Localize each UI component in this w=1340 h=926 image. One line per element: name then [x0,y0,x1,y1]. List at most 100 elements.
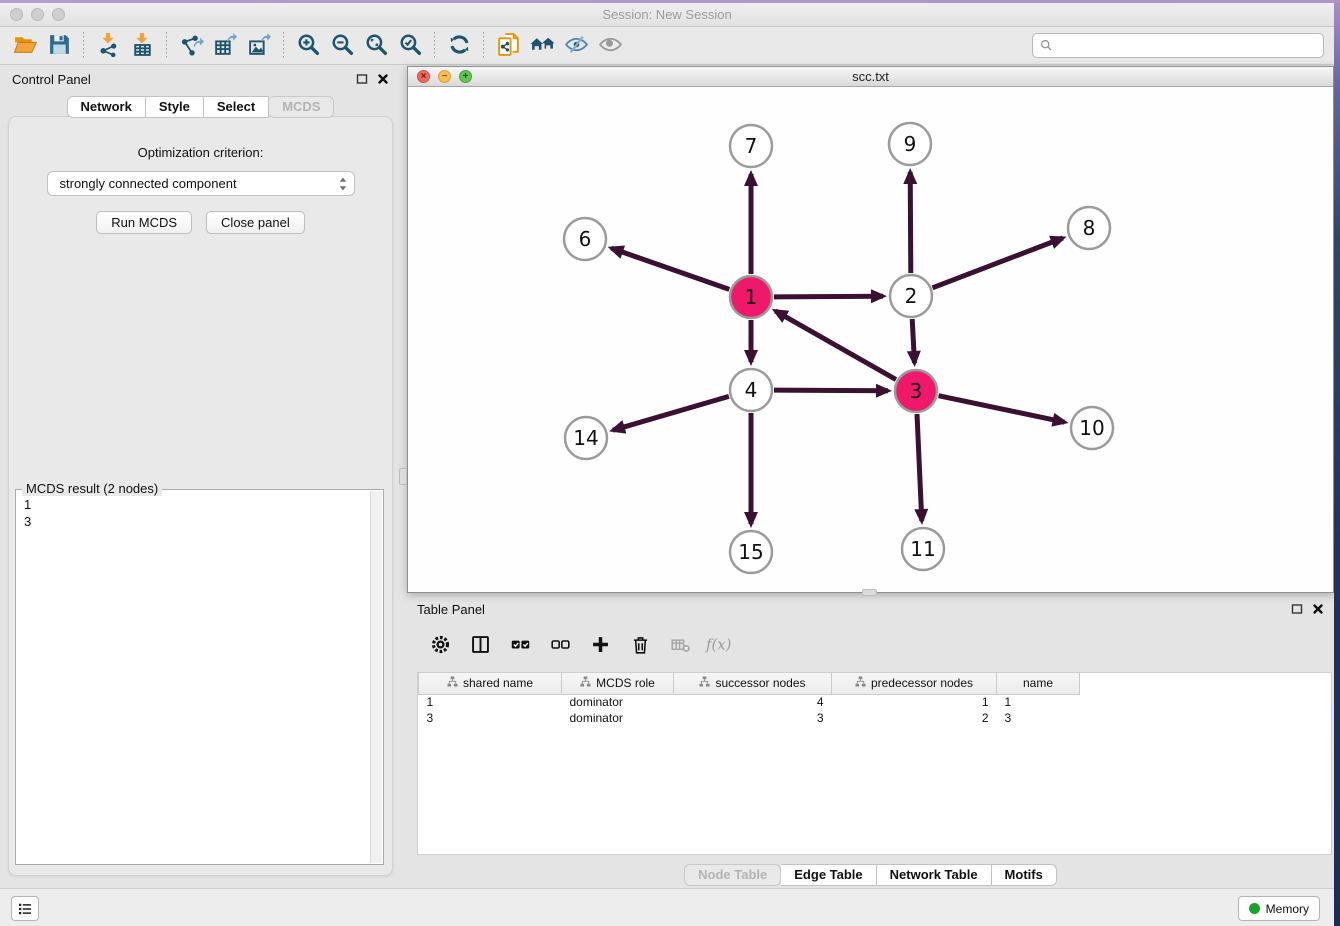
save-session-button[interactable] [42,30,76,62]
edge-3-1[interactable] [775,311,896,380]
node-6[interactable]: 6 [564,218,606,260]
result-scrollbar[interactable] [370,491,382,863]
cell-MCDS-role[interactable]: dominator [562,710,674,726]
tree-icon [699,676,710,690]
node-3[interactable]: 3 [895,370,937,412]
cell-predecessor-nodes[interactable]: 1 [832,694,997,710]
cell-shared-name[interactable]: 3 [419,710,562,726]
network-window-titlebar[interactable]: × − + scc.txt [408,67,1333,87]
column-header-successor-nodes[interactable]: successor nodes [674,673,832,694]
node-11[interactable]: 11 [902,528,944,570]
cell-name[interactable]: 1 [997,694,1080,710]
tab-select[interactable]: Select [204,96,269,118]
home-button[interactable] [525,30,559,62]
table-row[interactable]: 1dominator411 [419,694,1080,710]
trash-button[interactable] [625,631,655,661]
search-box[interactable] [1032,33,1324,58]
float-table-panel-icon[interactable] [1291,603,1303,615]
edge-1-2[interactable] [774,296,883,297]
gear-icon [430,634,451,658]
import-network-button[interactable] [91,30,125,62]
node-15[interactable]: 15 [730,531,772,573]
node-table-head: shared nameMCDS rolesuccessor nodesprede… [419,673,1080,694]
task-history-button[interactable] [11,896,39,921]
node-label: 4 [745,378,758,402]
add-button[interactable] [585,631,615,661]
tab-node-table[interactable]: Node Table [684,864,781,886]
vertical-splitter-handle[interactable] [399,468,407,485]
edge-2-9[interactable] [910,172,911,273]
zoom-selected-button[interactable] [393,30,427,62]
column-header-name[interactable]: name [997,673,1080,694]
node-14[interactable]: 14 [565,417,607,459]
edge-4-3[interactable] [774,390,888,391]
tab-network[interactable]: Network [67,96,146,118]
node-4[interactable]: 4 [730,369,772,411]
cell-successor-nodes[interactable]: 4 [674,694,832,710]
export-network-button[interactable] [174,30,208,62]
memory-status-dot [1249,903,1260,914]
tab-mcds[interactable]: MCDS [269,96,334,118]
optimization-criterion-select[interactable]: strongly connected component [47,171,355,196]
memory-button[interactable]: Memory [1238,896,1320,921]
tab-network-table[interactable]: Network Table [877,864,992,886]
network-canvas[interactable]: 7 9 6 8 1 2 4 3 14 10 15 11 [408,87,1333,592]
run-mcds-button[interactable]: Run MCDS [96,211,192,234]
gear-button[interactable] [425,631,455,661]
control-panel-title: Control Panel [12,72,91,87]
column-panel-button[interactable] [465,631,495,661]
cell-name[interactable]: 3 [997,710,1080,726]
duplicate-network-icon [496,32,521,60]
memory-label: Memory [1266,902,1309,916]
node-9[interactable]: 9 [889,123,931,165]
zoom-out-button[interactable] [325,30,359,62]
cell-predecessor-nodes[interactable]: 2 [832,710,997,726]
deselect-all-button[interactable] [545,631,575,661]
horizontal-splitter-handle[interactable] [862,589,877,596]
node-8[interactable]: 8 [1068,207,1110,249]
import-table-button[interactable] [125,30,159,62]
control-panel-header: Control Panel [0,66,401,92]
zoom-fit-button[interactable] [359,30,393,62]
edge-3-11[interactable] [917,414,922,521]
export-table-button[interactable] [208,30,242,62]
node-10[interactable]: 10 [1071,407,1113,449]
tab-style[interactable]: Style [146,96,204,118]
edge-4-14[interactable] [613,396,729,430]
node-7[interactable]: 7 [730,125,772,167]
duplicate-network-button[interactable] [491,30,525,62]
close-panel-button[interactable]: Close panel [206,211,305,234]
cell-MCDS-role[interactable]: dominator [562,694,674,710]
edge-1-6[interactable] [611,248,729,289]
node-2[interactable]: 2 [890,275,932,317]
tab-motifs[interactable]: Motifs [992,864,1057,886]
open-file-button[interactable] [8,30,42,62]
refresh-button[interactable] [442,30,476,62]
close-table-panel-icon[interactable] [1312,603,1324,615]
import-table-icon [130,32,155,60]
column-header-MCDS-role[interactable]: MCDS role [562,673,674,694]
cell-shared-name[interactable]: 1 [419,694,562,710]
edge-3-10[interactable] [939,396,1065,423]
column-header-predecessor-nodes[interactable]: predecessor nodes [832,673,997,694]
hide-panels-button[interactable] [559,30,593,62]
zoom-in-button[interactable] [291,30,325,62]
select-all-button[interactable] [505,631,535,661]
float-panel-icon[interactable] [356,73,368,85]
cell-successor-nodes[interactable]: 3 [674,710,832,726]
trash-icon [630,634,651,658]
node-label: 1 [745,285,758,309]
table-row[interactable]: 3dominator323 [419,710,1080,726]
node-1[interactable]: 1 [730,276,772,318]
column-header-shared-name[interactable]: shared name [419,673,562,694]
refresh-icon [447,32,472,60]
network-view-window: × − + scc.txt 7 9 6 8 1 2 4 3 14 10 15 11 [407,66,1334,593]
edge-2-3[interactable] [912,319,914,363]
export-image-button[interactable] [242,30,276,62]
edge-2-8[interactable] [933,238,1063,288]
tab-edge-table[interactable]: Edge Table [781,864,876,886]
window-titlebar: Session: New Session [0,3,1334,27]
search-input[interactable] [1058,38,1316,53]
close-panel-icon[interactable] [377,73,389,85]
node-label: 11 [910,537,935,561]
